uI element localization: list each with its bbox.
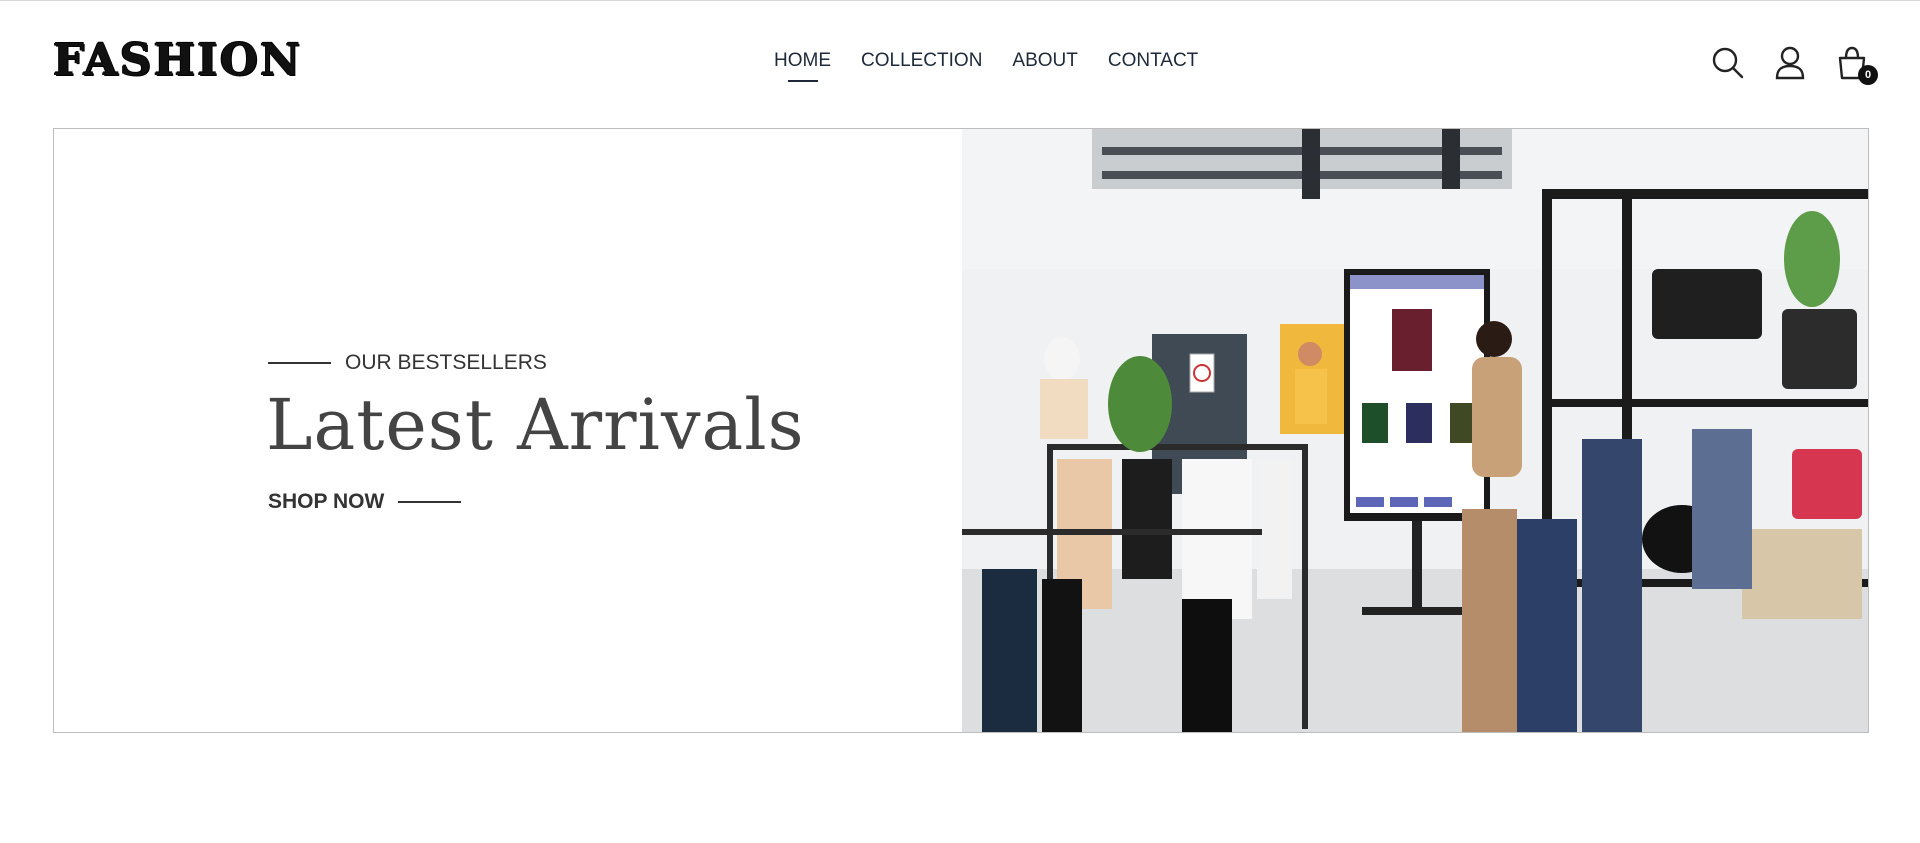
search-icon[interactable] <box>1710 45 1746 81</box>
shop-now-link[interactable]: SHOP NOW <box>268 490 462 514</box>
hero-title: Latest Arrivals <box>266 384 805 466</box>
store-photo-illustration <box>962 129 1868 732</box>
nav-contact[interactable]: CONTACT <box>1108 49 1198 73</box>
hero-eyebrow-text: OUR BESTSELLERS <box>345 351 547 374</box>
hero-eyebrow: OUR BESTSELLERS <box>268 351 547 375</box>
nav-collection[interactable]: COLLECTION <box>861 49 982 73</box>
hero-text-panel: OUR BESTSELLERS Latest Arrivals SHOP NOW <box>54 129 962 732</box>
cart-count-badge: 0 <box>1858 65 1878 85</box>
nav-about[interactable]: ABOUT <box>1012 49 1077 73</box>
site-header: FASHION HOME COLLECTION ABOUT CONTACT 0 <box>0 1 1920 125</box>
hero-image <box>962 129 1868 732</box>
shop-now-text[interactable]: SHOP NOW <box>268 490 384 514</box>
user-icon[interactable] <box>1772 45 1808 81</box>
hero-banner: OUR BESTSELLERS Latest Arrivals SHOP NOW <box>53 128 1869 733</box>
header-actions: 0 <box>1710 45 1896 85</box>
eyebrow-line <box>268 362 331 364</box>
brand-logo[interactable]: FASHION <box>53 39 302 83</box>
cta-line <box>398 501 462 503</box>
shopping-bag-icon[interactable]: 0 <box>1834 45 1878 85</box>
nav-home[interactable]: HOME <box>774 49 831 82</box>
main-nav: HOME COLLECTION ABOUT CONTACT <box>774 49 1228 82</box>
